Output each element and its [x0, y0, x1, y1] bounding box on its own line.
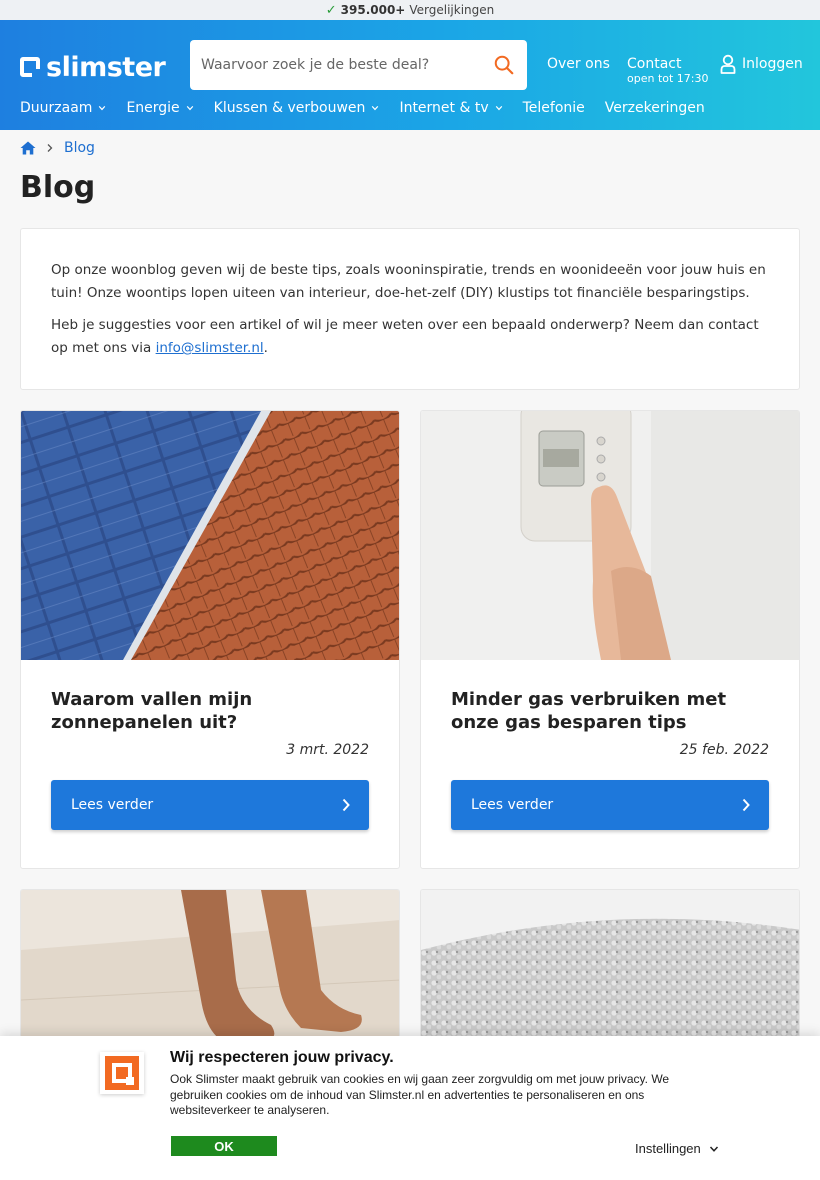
user-icon: [720, 54, 736, 74]
site-header: slimster Over ons Contact open tot 17:30…: [0, 20, 820, 130]
article-title[interactable]: Waarom vallen mijn zonnepanelen uit?: [51, 688, 369, 734]
nav-item-label: Energie: [126, 100, 180, 116]
read-more-label: Lees verder: [71, 797, 154, 813]
site-logo[interactable]: slimster: [20, 50, 166, 84]
intro-text-end: .: [263, 340, 268, 356]
nav-item-label: Klussen & verbouwen: [213, 100, 366, 116]
logo-mark-icon: [20, 57, 40, 77]
home-icon[interactable]: [20, 141, 36, 155]
breadcrumb: Blog: [20, 140, 95, 156]
article-image-thermostat[interactable]: [421, 411, 799, 660]
cookie-text: Ook Slimster maakt gebruik van cookies e…: [170, 1072, 670, 1117]
article-title[interactable]: Minder gas verbruiken met onze gas bespa…: [451, 688, 769, 734]
chevron-down-icon: [709, 1145, 718, 1152]
chevron-right-icon: [342, 798, 350, 812]
cookie-logo: [100, 1052, 144, 1094]
article-card: Waarom vallen mijn zonnepanelen uit? 3 m…: [20, 410, 400, 869]
contact-hours: open tot 17:30: [627, 72, 709, 85]
cookie-banner: Wij respecteren jouw privacy. Ook Slimst…: [0, 1036, 820, 1180]
nav-item-verzekeringen[interactable]: Verzekeringen: [605, 100, 705, 116]
trust-bar: ✓ 395.000+ Vergelijkingen: [0, 0, 820, 20]
article-card: Minder gas verbruiken met onze gas bespa…: [420, 410, 800, 869]
chevron-right-icon: [47, 144, 53, 152]
nav-item-label: Duurzaam: [20, 100, 93, 116]
login-button[interactable]: Inloggen: [720, 54, 803, 74]
login-label: Inloggen: [742, 56, 803, 72]
intro-paragraph-1: Op onze woonblog geven wij de beste tips…: [51, 262, 766, 301]
article-image-solar-panels[interactable]: [21, 411, 399, 660]
page-title: Blog: [20, 170, 96, 205]
nav-item-label: Telefonie: [522, 100, 585, 116]
comparison-label: Vergelijkingen: [409, 3, 495, 17]
logo-text: slimster: [46, 51, 166, 83]
cookie-title: Wij respecteren jouw privacy.: [170, 1049, 394, 1066]
cookie-ok-button[interactable]: OK: [171, 1136, 277, 1156]
breadcrumb-blog[interactable]: Blog: [64, 140, 95, 156]
article-date: 25 feb. 2022: [679, 742, 769, 758]
chevron-down-icon: [372, 105, 379, 111]
read-more-label: Lees verder: [471, 797, 554, 813]
chevron-down-icon: [495, 105, 502, 111]
contact-link[interactable]: Contact open tot 17:30: [627, 56, 709, 85]
cookie-settings-label: Instellingen: [635, 1141, 701, 1156]
chevron-right-icon: [742, 798, 750, 812]
cookie-settings-button[interactable]: Instellingen: [635, 1141, 719, 1156]
read-more-button[interactable]: Lees verder: [51, 780, 369, 830]
nav-item-energie[interactable]: Energie: [126, 100, 193, 116]
search-input[interactable]: [201, 57, 481, 73]
intro-paragraph-2: Heb je suggesties voor een artikel of wi…: [51, 314, 769, 360]
nav-item-duurzaam[interactable]: Duurzaam: [20, 100, 106, 116]
comparison-count: 395.000+: [340, 3, 406, 17]
chevron-down-icon: [186, 105, 193, 111]
search-icon[interactable]: [493, 54, 515, 76]
article-date: 3 mrt. 2022: [286, 742, 369, 758]
nav-item-klussen[interactable]: Klussen & verbouwen: [214, 100, 380, 116]
about-link[interactable]: Over ons: [547, 56, 610, 72]
search-box: [190, 40, 527, 90]
chevron-down-icon: [99, 105, 106, 111]
nav-item-telefonie[interactable]: Telefonie: [523, 100, 585, 116]
checkmark-icon: ✓: [325, 2, 337, 18]
nav-item-label: Internet & tv: [399, 100, 489, 116]
nav-item-label: Verzekeringen: [604, 100, 705, 116]
contact-label: Contact: [627, 56, 682, 72]
email-link[interactable]: info@slimster.nl: [156, 340, 264, 356]
main-nav: Duurzaam Energie Klussen & verbouwen Int…: [20, 100, 705, 116]
nav-item-internet-tv[interactable]: Internet & tv: [399, 100, 502, 116]
brand-logo-icon: [105, 1056, 139, 1090]
intro-box: Op onze woonblog geven wij de beste tips…: [20, 228, 800, 390]
read-more-button[interactable]: Lees verder: [451, 780, 769, 830]
